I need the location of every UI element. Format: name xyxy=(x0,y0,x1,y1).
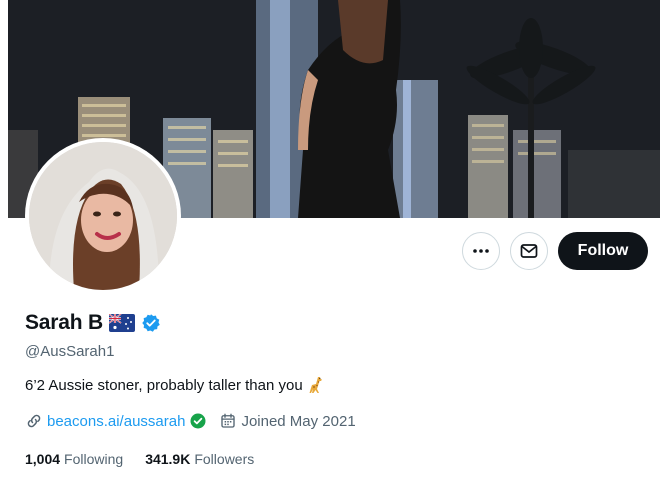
australian-flag-icon xyxy=(108,314,135,332)
bio-text: 6’2 Aussie stoner, probably taller than … xyxy=(25,376,303,394)
following-count: 1,004 xyxy=(25,451,61,467)
link-icon xyxy=(27,414,41,428)
profile-stats: 1,004 Following 341.9K Followers xyxy=(25,451,254,467)
profile-website[interactable]: beacons.ai/aussarah xyxy=(25,412,207,430)
display-name: Sarah B xyxy=(25,311,103,334)
giraffe-emoji-icon xyxy=(309,377,322,393)
website-link[interactable]: beacons.ai/aussarah xyxy=(47,413,185,430)
following-link[interactable]: 1,004 Following xyxy=(25,451,123,467)
followers-count: 341.9K xyxy=(145,451,191,467)
more-options-button[interactable] xyxy=(462,232,500,270)
profile-handle: @AusSarah1 xyxy=(25,343,115,360)
followers-label: Followers xyxy=(194,451,255,467)
profile-meta-row: beacons.ai/aussarah Joined May 2021 xyxy=(25,412,356,430)
profile-bio: 6’2 Aussie stoner, probably taller than … xyxy=(25,376,325,394)
avatar-image xyxy=(29,142,177,290)
following-label: Following xyxy=(64,451,124,467)
joined-date: Joined May 2021 xyxy=(241,412,356,430)
verified-badge-icon[interactable] xyxy=(141,313,161,333)
follow-button[interactable]: Follow xyxy=(558,232,648,270)
calendar-icon xyxy=(221,413,236,428)
message-button[interactable] xyxy=(510,232,548,270)
envelope-icon xyxy=(520,244,538,258)
more-horizontal-icon xyxy=(473,249,489,253)
verified-link-check-icon xyxy=(190,413,206,429)
profile-joined: Joined May 2021 xyxy=(219,412,356,430)
followers-link[interactable]: 341.9K Followers xyxy=(145,451,254,467)
profile-avatar[interactable] xyxy=(25,138,181,294)
profile-name-row: Sarah B xyxy=(25,311,161,335)
